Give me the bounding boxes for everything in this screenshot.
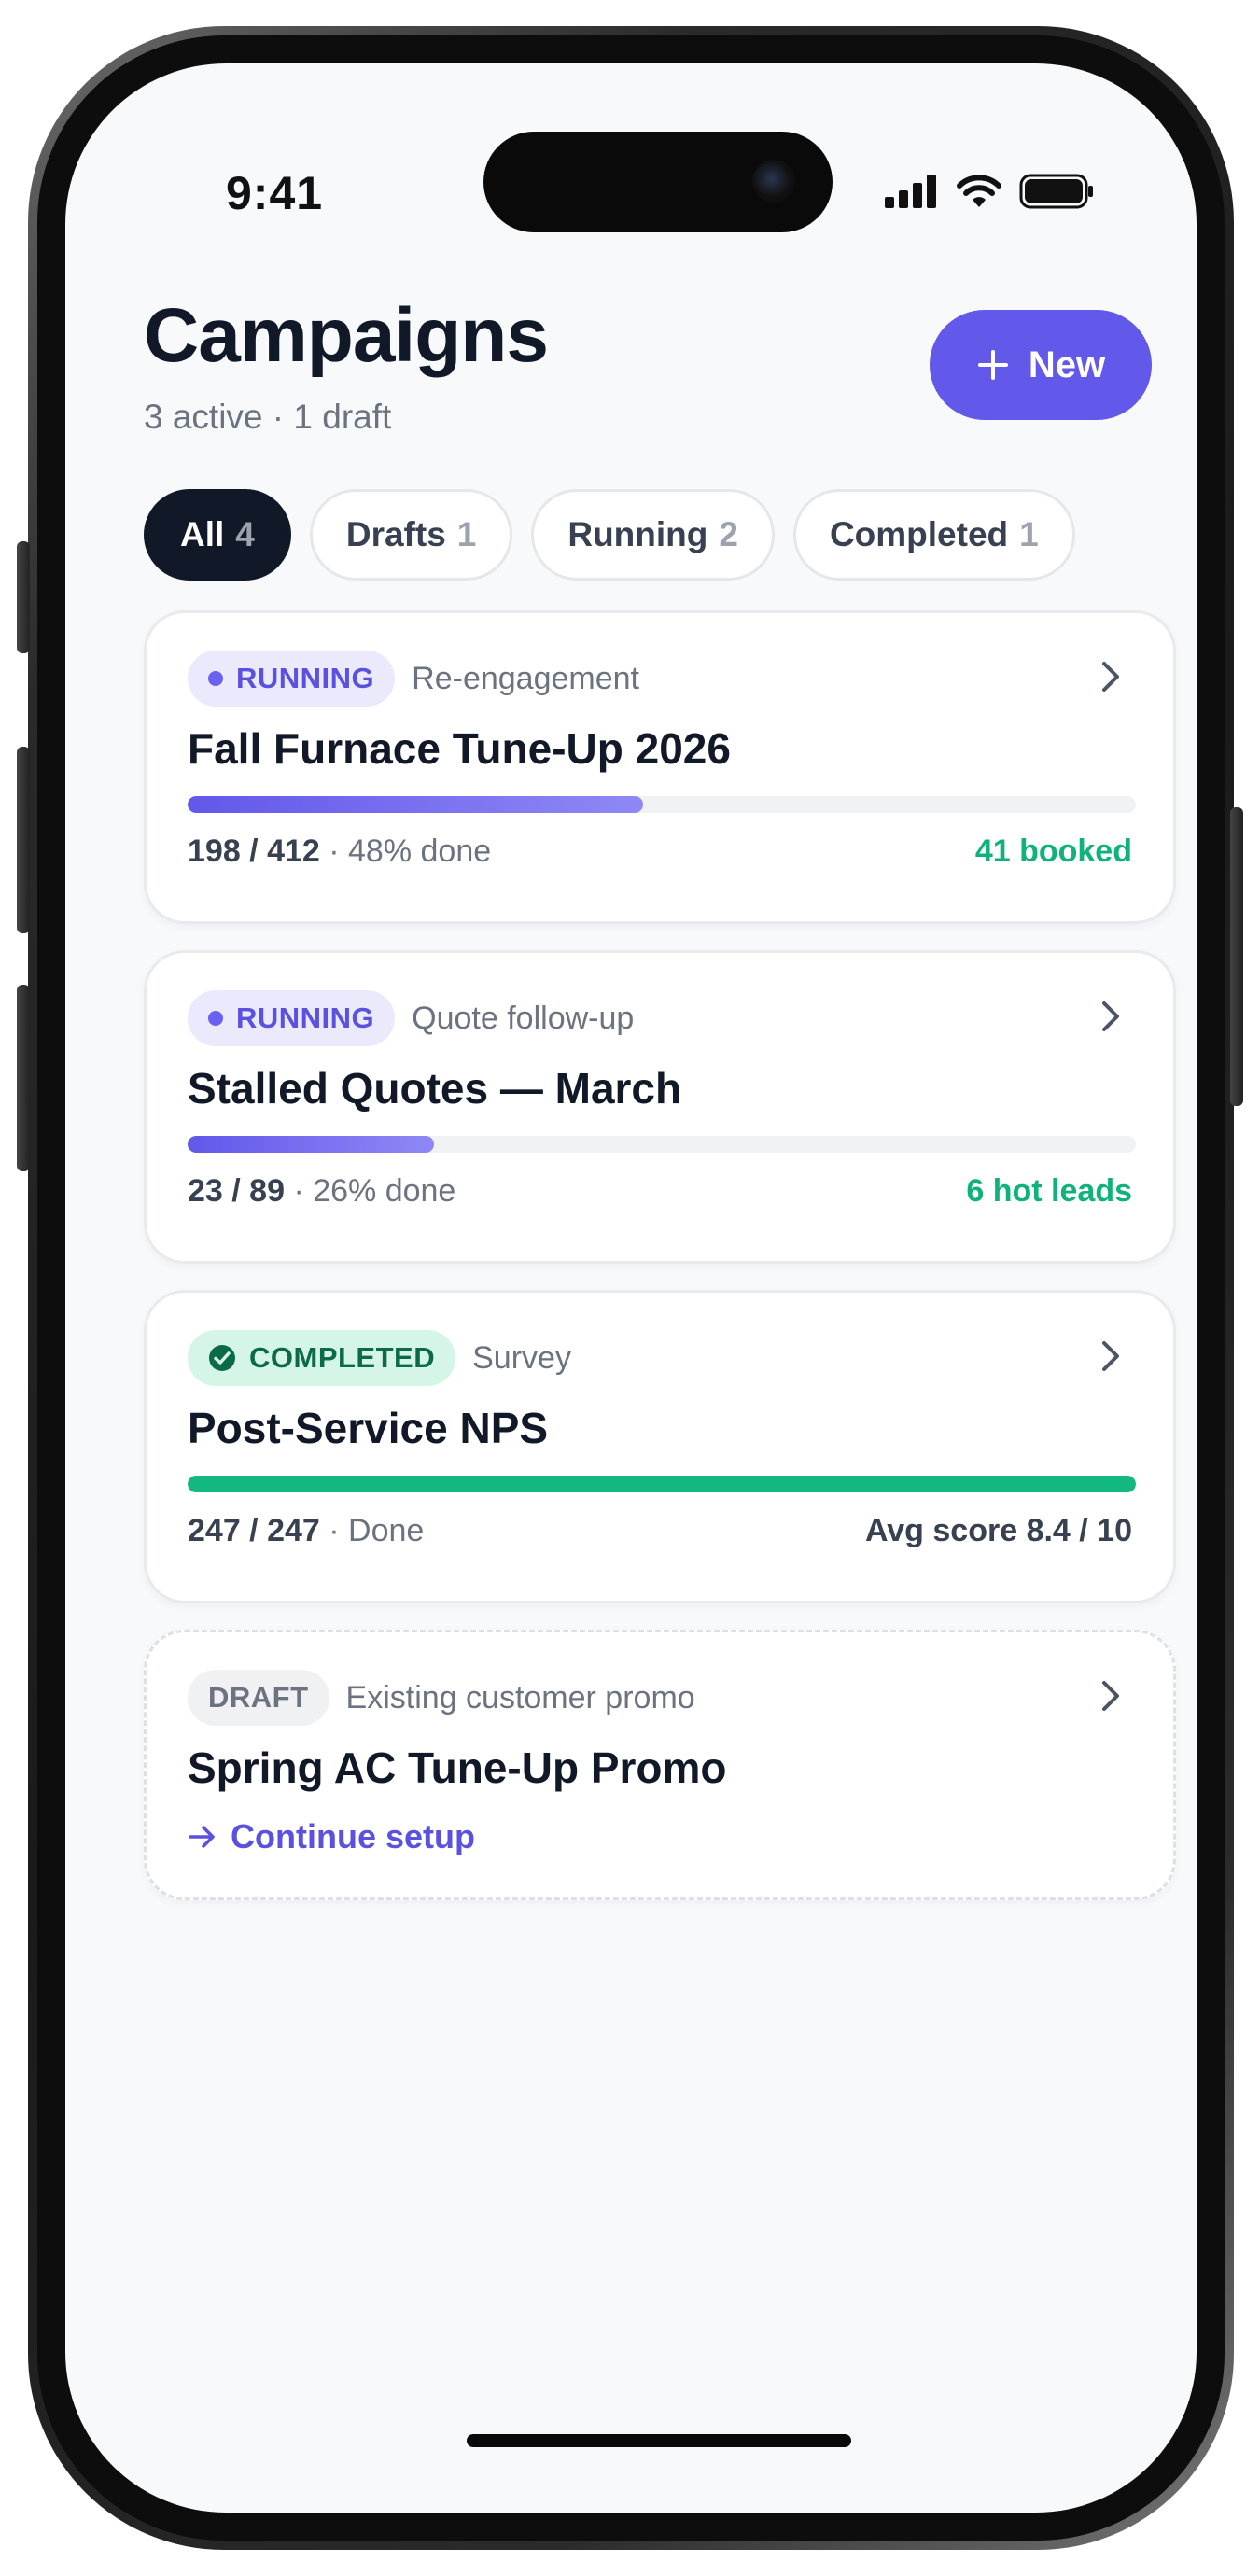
progress-text: · 48% done [329,833,492,869]
campaign-type: Survey [472,1339,571,1376]
campaign-title: Fall Furnace Tune-Up 2026 [188,724,731,773]
new-button-label: New [1028,343,1106,385]
campaign-stats: 198 / 412 · 48% done [188,833,491,870]
tab-count: 4 [235,515,255,553]
progress-fill [188,796,643,813]
tab-drafts[interactable]: Drafts 1 [309,489,513,581]
progress-count: 247 / 247 [188,1513,320,1548]
signal-icon [885,175,936,208]
chevron-right-icon[interactable] [1099,1337,1125,1375]
new-campaign-button[interactable]: New [930,310,1152,420]
status-badge: RUNNING [188,990,396,1046]
progress-text: · Done [329,1513,425,1548]
tab-count: 1 [456,515,477,553]
chevron-right-icon[interactable] [1099,998,1125,1035]
campaign-metric: 41 booked [974,833,1132,869]
status-dot-icon [208,671,223,686]
dynamic-island [483,132,833,232]
tab-count: 1 [1019,515,1039,553]
chevron-right-icon[interactable] [1099,658,1125,695]
phone-bezel: 9:41 Campaigns 3 active · 1 draft New Al… [37,35,1225,2541]
campaign-type: Existing customer promo [345,1679,695,1715]
campaign-type: Quote follow-up [412,1000,635,1036]
chevron-right-icon[interactable] [1099,1677,1125,1715]
camera-icon [752,160,795,203]
phone-frame: 9:41 Campaigns 3 active · 1 draft New Al… [28,26,1234,2550]
tab-running[interactable]: Running 2 [531,489,775,581]
status-dot-icon [208,1011,223,1026]
campaign-stats: 23 / 89 · 26% done [188,1173,455,1210]
progress-bar [188,1476,1136,1492]
filter-tabs: All 4 Drafts 1 Running 2 Completed 1 [144,489,1075,581]
check-circle-icon [209,1345,235,1371]
status-badge: COMPLETED [188,1330,456,1386]
tab-all[interactable]: All 4 [144,489,291,581]
arrow-right-icon [189,1826,215,1848]
status-badge-label: RUNNING [236,662,375,694]
screen: 9:41 Campaigns 3 active · 1 draft New Al… [65,63,1197,2513]
campaign-metric: 6 hot leads [966,1173,1132,1209]
page-subtitle: 3 active · 1 draft [144,398,392,436]
mute-switch [17,541,30,653]
campaign-title: Spring AC Tune-Up Promo [188,1743,727,1792]
card-badge-row: RUNNING Re-engagement [188,651,639,707]
campaign-card[interactable]: RUNNING Quote follow-up Stalled Quotes —… [144,950,1176,1264]
status-icons [885,174,1094,209]
tab-label: Running [567,515,708,553]
plus-icon [977,350,1008,380]
progress-count: 23 / 89 [188,1173,285,1209]
progress-fill [188,1136,435,1153]
campaign-metric: Avg score 8.4 / 10 [864,1513,1132,1548]
wifi-icon [957,175,1001,207]
page-title: Campaigns [144,293,549,378]
power-button [1230,807,1243,1106]
tab-label: All [180,515,225,553]
continue-setup-link[interactable]: Continue setup [188,1817,475,1856]
volume-down-button [17,985,30,1171]
battery-icon [1019,174,1093,209]
card-badge-row: COMPLETED Survey [188,1330,571,1386]
campaign-title: Post-Service NPS [188,1404,549,1452]
campaign-stats: 247 / 247 · Done [188,1513,424,1549]
tab-label: Drafts [345,515,446,553]
volume-up-button [17,747,30,933]
progress-text: · 26% done [293,1173,456,1209]
campaign-card[interactable]: RUNNING Re-engagement Fall Furnace Tune-… [144,610,1176,924]
tab-completed[interactable]: Completed 1 [792,489,1075,581]
home-indicator[interactable] [467,2434,851,2447]
tab-label: Completed [829,515,1009,553]
campaign-title: Stalled Quotes — March [188,1064,682,1113]
status-time: 9:41 [226,167,324,219]
card-badge-row: DRAFT Existing customer promo [188,1670,695,1726]
campaign-card[interactable]: COMPLETED Survey Post-Service NPS 247 / … [144,1290,1176,1603]
status-badge: DRAFT [188,1670,329,1726]
campaign-type: Re-engagement [412,660,639,696]
status-badge-label: RUNNING [236,1001,375,1034]
progress-fill [188,1476,1136,1492]
status-badge: RUNNING [188,651,396,707]
tab-count: 2 [719,515,738,553]
campaign-card-draft[interactable]: DRAFT Existing customer promo Spring AC … [144,1630,1176,1900]
status-badge-label: COMPLETED [249,1341,436,1374]
progress-count: 198 / 412 [188,833,320,869]
continue-setup-label: Continue setup [231,1817,475,1855]
progress-bar [188,1136,1136,1153]
status-badge-label: DRAFT [208,1681,309,1714]
progress-bar [188,796,1136,813]
card-badge-row: RUNNING Quote follow-up [188,990,634,1046]
